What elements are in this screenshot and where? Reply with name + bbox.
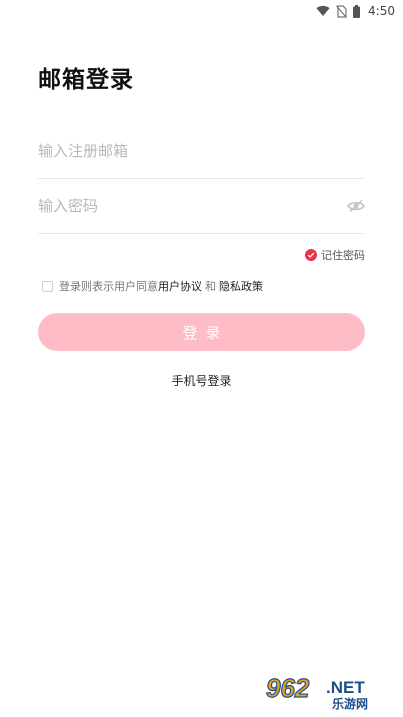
agreement-row: 登录则表示用户同意 用户协议 和 隐私政策 bbox=[42, 278, 263, 294]
remember-password-toggle[interactable]: 记住密码 bbox=[305, 247, 365, 263]
svg-text:.NET: .NET bbox=[326, 678, 365, 697]
agreement-prefix: 登录则表示用户同意 bbox=[59, 280, 158, 293]
email-input[interactable] bbox=[38, 142, 328, 160]
agreement-connector: 和 bbox=[205, 280, 216, 293]
password-input[interactable] bbox=[38, 197, 328, 215]
battery-icon bbox=[353, 4, 361, 18]
password-field-row bbox=[38, 179, 365, 234]
page-title: 邮箱登录 bbox=[38, 67, 134, 93]
check-icon bbox=[305, 249, 317, 261]
eye-closed-icon[interactable] bbox=[347, 197, 365, 215]
remember-password-label: 记住密码 bbox=[321, 249, 365, 262]
login-button[interactable]: 登录 bbox=[38, 313, 365, 351]
agreement-checkbox[interactable] bbox=[42, 280, 53, 292]
watermark-logo: 962 .NET 乐游网 bbox=[265, 672, 368, 711]
svg-text:乐游网: 乐游网 bbox=[332, 696, 368, 711]
phone-login-row: 手机号登录 bbox=[0, 372, 403, 389]
no-sim-icon bbox=[336, 4, 347, 18]
email-field-row bbox=[38, 124, 365, 179]
svg-text:962: 962 bbox=[266, 673, 310, 703]
status-bar: 4:50 bbox=[0, 0, 403, 22]
user-agreement-link[interactable]: 用户协议 bbox=[158, 278, 202, 294]
wifi-icon bbox=[316, 5, 330, 16]
status-time: 4:50 bbox=[368, 4, 395, 18]
privacy-policy-link[interactable]: 隐私政策 bbox=[219, 278, 263, 294]
phone-login-link[interactable]: 手机号登录 bbox=[171, 374, 231, 388]
